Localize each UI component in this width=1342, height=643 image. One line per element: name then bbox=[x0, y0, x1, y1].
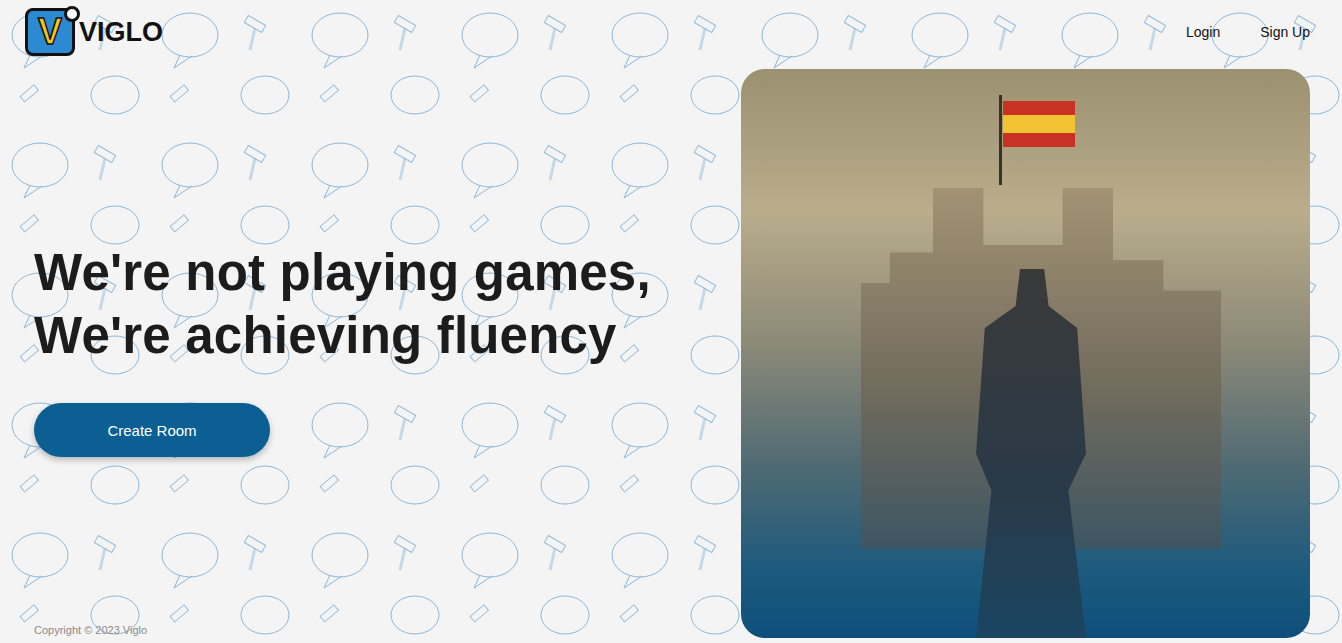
headline-line: We're not playing games, bbox=[34, 241, 721, 304]
logo-icon: V bbox=[25, 8, 75, 56]
create-room-button[interactable]: Create Room bbox=[34, 403, 270, 457]
logo-name: VIGLO bbox=[79, 17, 163, 48]
headline-line: We're achieving fluency bbox=[34, 304, 721, 367]
headline: We're not playing games,We're achieving … bbox=[34, 241, 721, 367]
footer-text: Copyright © 2023 Viglo bbox=[34, 624, 721, 638]
logo[interactable]: V VIGLO bbox=[25, 8, 163, 56]
hero-image bbox=[741, 69, 1310, 638]
logo-letter: V bbox=[38, 14, 62, 50]
nav-link[interactable]: Sign Up bbox=[1260, 24, 1310, 40]
nav-link[interactable]: Login bbox=[1186, 24, 1220, 40]
nav: Login Sign Up bbox=[1186, 8, 1310, 40]
header: V VIGLO Login Sign Up bbox=[0, 0, 1342, 69]
